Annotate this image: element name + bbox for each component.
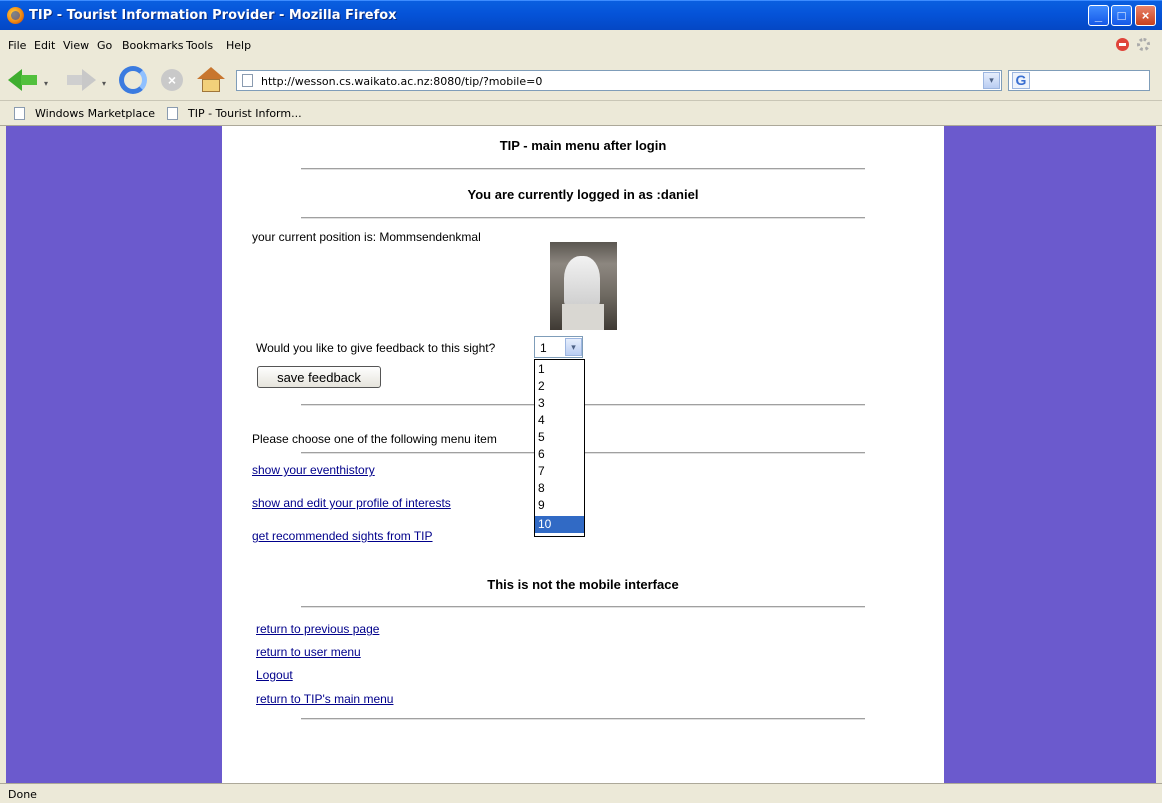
feedback-option[interactable]: 5: [535, 429, 584, 446]
maximize-button[interactable]: □: [1111, 5, 1132, 26]
reload-icon[interactable]: [119, 66, 147, 94]
home-icon[interactable]: [197, 67, 225, 93]
bookmark-page-icon: [167, 107, 178, 120]
bookmark-page-icon: [14, 107, 25, 120]
link-recommended-sights[interactable]: get recommended sights from TIP: [252, 529, 433, 543]
search-input[interactable]: G: [1008, 70, 1150, 91]
bookmark-windows-marketplace[interactable]: Windows Marketplace: [35, 107, 155, 120]
menu-bookmarks[interactable]: Bookmarks: [122, 39, 183, 52]
choose-menu-text: Please choose one of the following menu …: [252, 432, 497, 446]
feedback-dropdown-list: 1 2 3 4 5 6 7 8 9 10: [534, 359, 585, 537]
link-logout[interactable]: Logout: [256, 668, 293, 682]
forward-button[interactable]: [67, 69, 97, 91]
feedback-option[interactable]: 9: [535, 497, 584, 514]
menu-edit[interactable]: Edit: [34, 39, 55, 52]
minimize-button[interactable]: _: [1088, 5, 1109, 26]
status-text: Done: [8, 788, 37, 801]
divider: [301, 718, 865, 720]
page-icon: [242, 74, 253, 87]
close-button[interactable]: ×: [1135, 5, 1156, 26]
back-arrow-icon: [8, 69, 22, 91]
feedback-option[interactable]: 3: [535, 395, 584, 412]
navigation-toolbar: ▾ ▾ × http://wesson.cs.waikato.ac.nz:808…: [0, 59, 1162, 101]
bookmarks-toolbar: Windows Marketplace TIP - Tourist Inform…: [0, 101, 1162, 126]
url-history-dropdown-icon[interactable]: ▾: [983, 72, 1000, 89]
back-history-dropdown-icon[interactable]: ▾: [44, 79, 48, 88]
link-profile-interests[interactable]: show and edit your profile of interests: [252, 496, 451, 510]
feedback-option[interactable]: 4: [535, 412, 584, 429]
stop-sign-icon: [1116, 38, 1129, 51]
menu-go[interactable]: Go: [97, 39, 112, 52]
back-button[interactable]: [8, 69, 40, 91]
url-text[interactable]: http://wesson.cs.waikato.ac.nz:8080/tip/…: [261, 75, 542, 88]
window-border-right: [1156, 126, 1162, 783]
link-previous-page[interactable]: return to previous page: [256, 622, 379, 636]
feedback-option-highlighted[interactable]: 10: [535, 516, 584, 533]
feedback-select[interactable]: 1 ▾: [534, 336, 583, 358]
menu-help[interactable]: Help: [226, 39, 251, 52]
feedback-option[interactable]: 8: [535, 480, 584, 497]
feedback-selected-value: 1: [540, 341, 547, 355]
save-feedback-button[interactable]: save feedback: [257, 366, 381, 388]
link-user-menu[interactable]: return to user menu: [256, 645, 361, 659]
throbber-icon: [1137, 38, 1150, 51]
feedback-question: Would you like to give feedback to this …: [256, 341, 496, 355]
forward-history-dropdown-icon[interactable]: ▾: [102, 79, 106, 88]
window-title: TIP - Tourist Information Provider - Moz…: [29, 8, 397, 23]
link-eventhistory[interactable]: show your eventhistory: [252, 463, 375, 477]
bookmark-tip[interactable]: TIP - Tourist Inform...: [188, 107, 302, 120]
current-position-text: your current position is: Mommsendenkmal: [252, 230, 481, 244]
sight-image: [550, 242, 617, 330]
divider: [301, 217, 865, 219]
menu-bar: File Edit View Go Bookmarks Tools Help: [0, 30, 1162, 59]
feedback-option[interactable]: 6: [535, 446, 584, 463]
divider: [301, 168, 865, 170]
feedback-option[interactable]: 1: [535, 361, 584, 378]
not-mobile-heading: This is not the mobile interface: [487, 577, 679, 592]
menu-file[interactable]: File: [8, 39, 26, 52]
status-bar: Done: [0, 783, 1162, 803]
firefox-icon: [7, 7, 24, 24]
menu-tools[interactable]: Tools: [186, 39, 213, 52]
window-titlebar: TIP - Tourist Information Provider - Moz…: [0, 0, 1162, 30]
menu-view[interactable]: View: [63, 39, 89, 52]
page-title: TIP - main menu after login: [499, 138, 667, 153]
content-area: TIP - main menu after login You are curr…: [6, 126, 1156, 783]
page-body: TIP - main menu after login You are curr…: [222, 126, 944, 783]
logged-in-heading: You are currently logged in as :daniel: [467, 187, 699, 202]
divider: [301, 606, 865, 608]
feedback-option[interactable]: 7: [535, 463, 584, 480]
google-search-icon[interactable]: G: [1012, 72, 1030, 89]
stop-icon[interactable]: ×: [161, 69, 183, 91]
forward-arrow-icon: [82, 69, 96, 91]
feedback-option[interactable]: 2: [535, 378, 584, 395]
link-tip-main-menu[interactable]: return to TIP's main menu: [256, 692, 393, 706]
url-bar[interactable]: http://wesson.cs.waikato.ac.nz:8080/tip/…: [236, 70, 1002, 91]
chevron-down-icon[interactable]: ▾: [565, 338, 582, 356]
